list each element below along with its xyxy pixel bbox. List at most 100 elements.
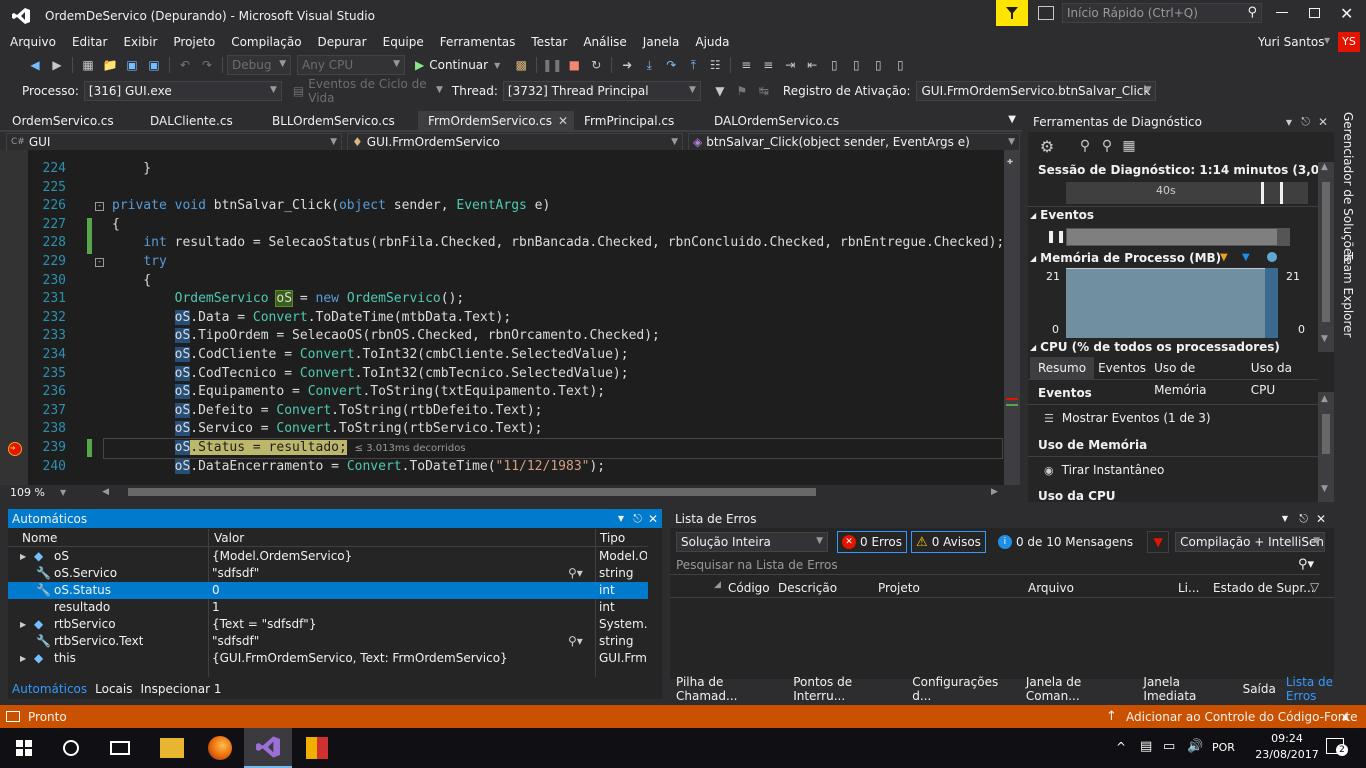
tab-dalordemservico[interactable]: DALOrdemServico.cs bbox=[704, 111, 864, 131]
show-events-link[interactable]: ☰ Mostrar Eventos (1 de 3) bbox=[1044, 411, 1211, 425]
memory-track-header[interactable]: ◢ Memória de Processo (MB) bbox=[1030, 251, 1221, 265]
menu-testar[interactable]: Testar bbox=[523, 32, 575, 52]
scope-select[interactable]: Solução Inteira ▼ bbox=[676, 532, 828, 552]
tab-resumo[interactable]: Resumo bbox=[1030, 356, 1095, 379]
tab-inspecionar[interactable]: Inspecionar 1 bbox=[137, 682, 226, 696]
cpu-track-header[interactable]: ◢ CPU (% de todos os processadores) bbox=[1030, 341, 1280, 353]
member-nav-select[interactable]: ◈ btnSalvar_Click(object sender, EventArg… bbox=[688, 133, 1020, 151]
editor-horizontal-scrollbar[interactable] bbox=[128, 488, 816, 496]
tab-janela-imediata[interactable]: Janela Imediata bbox=[1137, 675, 1236, 703]
show-hidden-icons-chevron-icon[interactable]: ^ bbox=[1116, 740, 1126, 754]
col-linha[interactable]: Li... bbox=[1178, 581, 1199, 595]
close-tab-icon[interactable]: ✕ bbox=[558, 111, 568, 131]
warnings-filter-button[interactable]: ⚠ 0 Avisos bbox=[911, 531, 986, 553]
tab-locais[interactable]: Locais bbox=[91, 682, 136, 696]
scroll-down-icon[interactable]: ▼ bbox=[1321, 334, 1328, 344]
step-out-icon[interactable]: ⤒ bbox=[685, 57, 701, 73]
bookmark-icon[interactable]: ▯ bbox=[826, 57, 842, 73]
scroll-thumb[interactable] bbox=[1322, 182, 1330, 322]
panel-menu-chevron-icon[interactable]: ▼ bbox=[618, 514, 624, 523]
col-projeto[interactable]: Projeto bbox=[878, 581, 920, 595]
zoom-chevron-icon[interactable]: ▼ bbox=[60, 488, 66, 497]
break-events-icon[interactable]: ❚❚ bbox=[1046, 229, 1066, 243]
clear-filter-icon[interactable]: ▼ bbox=[1147, 531, 1170, 553]
filter-feedback-icon[interactable] bbox=[996, 0, 1028, 26]
continue-button[interactable]: ▶ Continuar ▼ bbox=[415, 58, 500, 72]
menu-projeto[interactable]: Projeto bbox=[165, 32, 223, 52]
table-row[interactable]: 🔧 rtbServico.Text "sdfsdf" ⚲▾ string bbox=[8, 633, 648, 650]
uncomment-icon[interactable]: ≡ bbox=[760, 57, 776, 73]
col-arquivo[interactable]: Arquivo bbox=[1028, 581, 1074, 595]
flag-threads-icon[interactable]: ⚑ bbox=[734, 83, 750, 99]
table-row[interactable]: 🔧 oS.Servico "sdfsdf" ⚲▾ string bbox=[8, 565, 648, 582]
cortana-search-icon[interactable] bbox=[63, 740, 79, 756]
firefox-icon[interactable] bbox=[208, 736, 232, 760]
open-file-icon[interactable]: 📁 bbox=[102, 57, 118, 73]
tab-uso-memoria[interactable]: Uso de Memória bbox=[1150, 357, 1247, 397]
column-filter-icon[interactable]: ▽ bbox=[1310, 580, 1319, 594]
gear-icon[interactable]: ⚙ bbox=[1039, 137, 1055, 156]
menu-compilacao[interactable]: Compilação bbox=[223, 32, 309, 52]
app-taskbar-icon[interactable] bbox=[306, 737, 328, 759]
undo-icon[interactable]: ↶ bbox=[177, 57, 193, 73]
menu-arquivo[interactable]: Arquivo bbox=[2, 32, 64, 52]
table-row[interactable]: ▶ ◆ this {GUI.FrmOrdemServico, Text: Frm… bbox=[8, 650, 648, 667]
tab-frmordemservico[interactable]: FrmOrdemServico.cs ✕ bbox=[418, 111, 574, 131]
save-icon[interactable]: ▣ bbox=[124, 57, 140, 73]
col-descricao[interactable]: Descrição bbox=[778, 581, 837, 595]
scroll-right-icon[interactable]: ▶ bbox=[991, 487, 998, 497]
zoom-out-icon[interactable]: ⚲ bbox=[1099, 138, 1115, 154]
table-row[interactable]: ▶ ◆ rtbServico {Text = "sdfsdf"} System.… bbox=[8, 616, 648, 633]
tab-bllordemservico[interactable]: BLLOrdemServico.cs bbox=[262, 111, 418, 131]
menu-janela[interactable]: Janela bbox=[635, 32, 688, 52]
tab-automaticos[interactable]: Automáticos bbox=[8, 682, 91, 696]
panel-close-icon[interactable]: ✕ bbox=[648, 512, 658, 526]
code-editor[interactable]: - - 224 } 225 226 private void btnSalvar_… bbox=[0, 150, 1020, 485]
search-icon[interactable]: ⚲▾ bbox=[1298, 557, 1314, 572]
menu-ferramentas[interactable]: Ferramentas bbox=[432, 32, 524, 52]
windows-start-icon[interactable] bbox=[16, 740, 32, 756]
tab-eventos[interactable]: Eventos bbox=[1094, 357, 1150, 379]
save-all-icon[interactable]: ▣ bbox=[146, 57, 162, 73]
avatar[interactable]: YS bbox=[1338, 32, 1360, 52]
outdent-icon[interactable]: ⇤ bbox=[804, 57, 820, 73]
expand-arrow-icon[interactable]: ▶ bbox=[20, 650, 26, 667]
indent-icon[interactable]: ⇥ bbox=[782, 57, 798, 73]
clock-date[interactable]: 23/08/2017 bbox=[1250, 748, 1324, 761]
close-button[interactable]: ✕ bbox=[1340, 4, 1353, 23]
diag-upper-scrollbar[interactable]: ▲ ▼ bbox=[1318, 162, 1334, 352]
scroll-up-icon[interactable]: ▲ bbox=[1321, 162, 1328, 172]
tab-saida[interactable]: Saída bbox=[1237, 682, 1282, 696]
stop-debugging-icon[interactable]: ■ bbox=[566, 57, 582, 73]
editor-vertical-scrollbar[interactable]: ✚ bbox=[1004, 150, 1020, 485]
side-tab-team-explorer[interactable]: Team Explorer bbox=[1340, 252, 1360, 338]
expand-arrow-icon[interactable]: ▶ bbox=[20, 616, 26, 633]
tab-pontos-interrupcao[interactable]: Pontos de Interru... bbox=[787, 675, 906, 703]
visualizer-search-icon[interactable]: ⚲▾ bbox=[568, 633, 583, 650]
scroll-down-icon[interactable]: ▼ bbox=[1321, 484, 1328, 494]
zoom-level[interactable]: 109 % bbox=[0, 486, 60, 499]
table-row-selected[interactable]: 🔧 oS.Status 0 int bbox=[8, 582, 648, 599]
error-search-input[interactable]: Pesquisar na Lista de Erros ⚲▾ bbox=[670, 555, 1320, 575]
user-menu-chevron-icon[interactable]: ▼ bbox=[1324, 36, 1330, 45]
events-track-header[interactable]: ◢ Eventos bbox=[1030, 208, 1094, 222]
feedback-icon[interactable] bbox=[1038, 6, 1054, 20]
pin-icon[interactable]: ⎋ bbox=[633, 512, 642, 526]
clock-time[interactable]: 09:24 bbox=[1262, 732, 1312, 745]
stackframe-select[interactable]: GUI.FrmOrdemServico.btnSalvar_Click ▼ bbox=[916, 81, 1157, 101]
pin-icon[interactable]: ⎋ bbox=[1301, 115, 1310, 129]
tab-janela-comando[interactable]: Janela de Coman... bbox=[1020, 675, 1138, 703]
thread-filter-icon[interactable]: ▼ bbox=[712, 83, 728, 99]
col-valor[interactable]: Valor bbox=[214, 531, 244, 545]
menu-exibir[interactable]: Exibir bbox=[115, 32, 165, 52]
build-source-select[interactable]: Compilação + IntelliSens ▼ bbox=[1175, 532, 1326, 552]
diag-lower-scrollbar[interactable]: ▲ ▼ bbox=[1318, 392, 1334, 502]
class-nav-select[interactable]: ♦ GUI.FrmOrdemServico ▼ bbox=[347, 133, 683, 151]
messages-filter-button[interactable]: i 0 de 10 Mensagens bbox=[994, 531, 1137, 553]
table-row[interactable]: resultado 1 int bbox=[8, 599, 648, 616]
errors-filter-button[interactable]: ✕ 0 Erros bbox=[837, 531, 908, 553]
panel-menu-chevron-icon[interactable]: ▼ bbox=[1282, 514, 1288, 523]
panel-close-icon[interactable]: ✕ bbox=[1316, 512, 1326, 526]
scroll-up-icon[interactable]: ▲ bbox=[1321, 394, 1328, 404]
tab-dalcliente[interactable]: DALCliente.cs bbox=[140, 111, 262, 131]
